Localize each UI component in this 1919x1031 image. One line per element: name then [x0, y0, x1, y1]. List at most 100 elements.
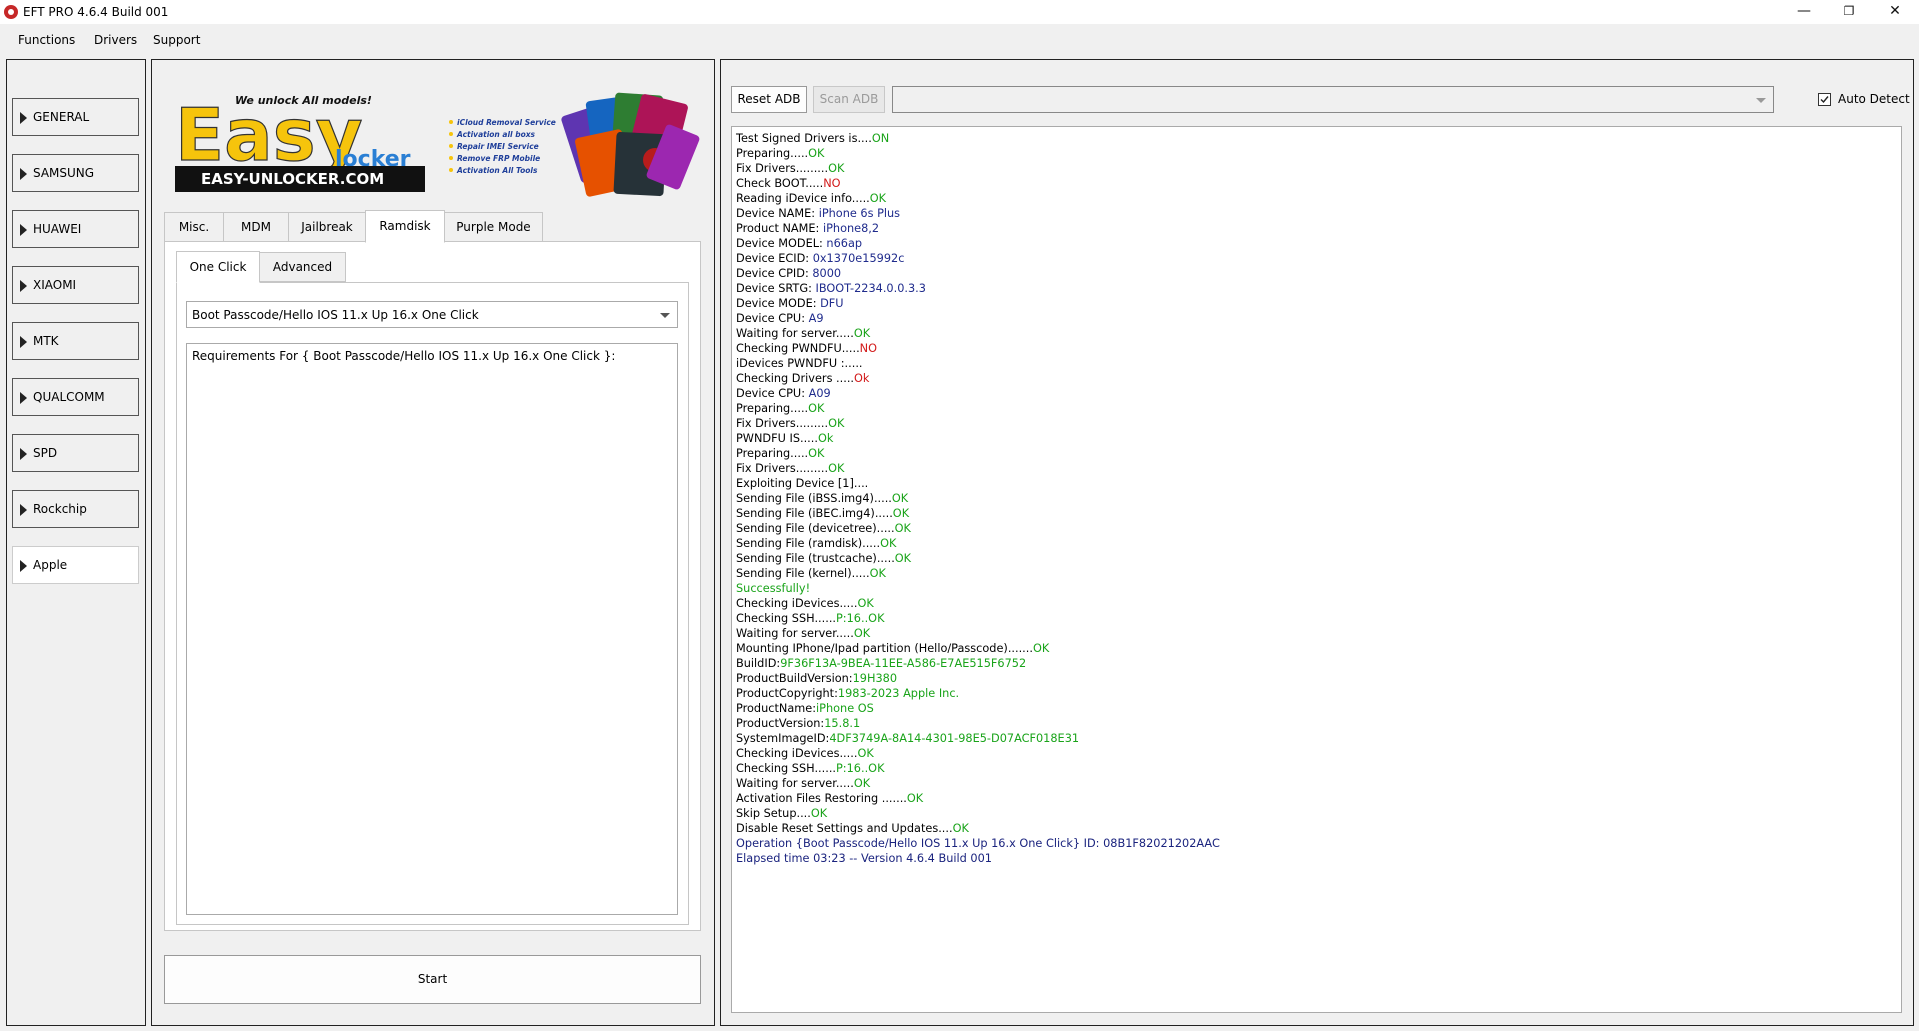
log-line: ProductVersion:15.8.1: [736, 716, 1897, 731]
log-line-label: Device NAME:: [736, 207, 819, 220]
auto-detect-checkbox[interactable]: [1818, 93, 1831, 106]
log-line-status: Operation {Boot Passcode/Hello IOS 11.x …: [736, 837, 1220, 850]
brand-spd-button[interactable]: SPD: [12, 434, 139, 472]
log-line-label: Device CPU:: [736, 387, 809, 400]
log-line-label: Sending File (iBEC.img4).....: [736, 507, 893, 520]
log-line-label: Preparing.....: [736, 402, 809, 415]
log-line-label: Device ECID:: [736, 252, 813, 265]
log-line-label: BuildID:: [736, 657, 781, 670]
brand-panel: [6, 59, 146, 1026]
service-imei: Repair IMEI Service: [457, 142, 539, 151]
log-line: Device CPU: A9: [736, 311, 1897, 326]
operation-select[interactable]: Boot Passcode/Hello IOS 11.x Up 16.x One…: [186, 301, 678, 328]
tab-ramdisk[interactable]: Ramdisk: [365, 210, 445, 243]
log-line-label: Device CPID:: [736, 267, 813, 280]
brand-general-button[interactable]: GENERAL: [12, 98, 139, 136]
log-line: Preparing.....OK: [736, 401, 1897, 416]
scan-adb-button[interactable]: Scan ADB: [813, 86, 885, 113]
brand-rockchip-button[interactable]: Rockchip: [12, 490, 139, 528]
log-line-status: iPhone8,2: [822, 222, 880, 235]
brand-apple-button[interactable]: Apple: [12, 546, 139, 584]
log-line-status: 9F36F13A-9BEA-11EE-A586-E7AE515F6752: [780, 657, 1027, 670]
log-line-status: OK: [869, 567, 886, 580]
log-line-label: Sending File (trustcache).....: [736, 552, 895, 565]
log-line-label: Checking PWNDFU.....: [736, 342, 860, 355]
brand-mtk-button[interactable]: MTK: [12, 322, 139, 360]
expand-arrow-icon: [20, 280, 27, 292]
log-line: Test Signed Drivers is....ON: [736, 131, 1897, 146]
tab-mdm[interactable]: MDM: [223, 212, 289, 242]
maximize-button[interactable]: ❐: [1826, 0, 1872, 24]
reset-adb-button[interactable]: Reset ADB: [731, 86, 807, 113]
log-line-status: OK: [952, 822, 969, 835]
log-line-label: Sending File (devicetree).....: [736, 522, 895, 535]
menu-functions[interactable]: Functions: [18, 33, 75, 47]
log-line-label: ProductVersion:: [736, 717, 825, 730]
tab-misc[interactable]: Misc.: [164, 212, 224, 242]
window-title: EFT PRO 4.6.4 Build 001: [23, 5, 169, 19]
brand-samsung-button[interactable]: SAMSUNG: [12, 154, 139, 192]
service-tools: Activation All Tools: [456, 166, 538, 175]
log-line: Reading iDevice info.....OK: [736, 191, 1897, 206]
tab-purple-mode[interactable]: Purple Mode: [444, 212, 543, 242]
brand-qualcomm-button[interactable]: QUALCOMM: [12, 378, 139, 416]
expand-arrow-icon: [20, 168, 27, 180]
log-line: Operation {Boot Passcode/Hello IOS 11.x …: [736, 836, 1897, 851]
log-line-status: OK: [828, 417, 845, 430]
start-button[interactable]: Start: [164, 955, 701, 1004]
log-line: Fix Drivers.........OK: [736, 161, 1897, 176]
log-output[interactable]: Test Signed Drivers is....ON Preparing...…: [731, 126, 1902, 1013]
close-button[interactable]: ✕: [1872, 0, 1918, 24]
log-line-status: iPhone 6s Plus: [818, 207, 901, 220]
log-line-status: DFU: [820, 297, 844, 310]
log-line-label: Mounting IPhone/Ipad partition (Hello/Pa…: [736, 642, 1033, 655]
log-line-status: OK: [880, 537, 897, 550]
log-line-label: Sending File (ramdisk).....: [736, 537, 881, 550]
log-line: Preparing.....OK: [736, 446, 1897, 461]
log-line-status: OK: [828, 462, 845, 475]
log-line-label: Device SRTG:: [736, 282, 816, 295]
log-line: Activation Files Restoring .......OK: [736, 791, 1897, 806]
log-line: Elapsed time 03:23 -- Version 4.6.4 Buil…: [736, 851, 1897, 866]
log-line-status: Elapsed time 03:23 -- Version 4.6.4 Buil…: [736, 852, 992, 865]
menu-drivers[interactable]: Drivers: [94, 33, 137, 47]
log-line-label: Checking SSH......: [736, 612, 836, 625]
log-line-status: OK: [808, 147, 825, 160]
requirements-text: Requirements For { Boot Passcode/Hello I…: [192, 349, 616, 363]
log-line: Preparing.....OK: [736, 146, 1897, 161]
log-line-status: OK: [810, 807, 828, 820]
subtab-advanced[interactable]: Advanced: [259, 252, 346, 282]
subtab-one-click[interactable]: One Click: [176, 251, 260, 283]
minimize-button[interactable]: —: [1781, 0, 1827, 24]
log-line: Checking SSH......P:16..OK: [736, 611, 1897, 626]
brand-xiaomi-button[interactable]: XIAOMI: [12, 266, 139, 304]
log-line-label: Fix Drivers.........: [736, 417, 829, 430]
log-line-label: Product NAME:: [736, 222, 823, 235]
log-line-label: Sending File (kernel).....: [736, 567, 870, 580]
requirements-textarea[interactable]: Requirements For { Boot Passcode/Hello I…: [186, 343, 678, 915]
brand-huawei-button[interactable]: HUAWEI: [12, 210, 139, 248]
log-line-status: P:16..OK: [836, 612, 885, 625]
log-line-label: Waiting for server.....: [736, 627, 854, 640]
log-line-status: OK: [853, 777, 871, 790]
chevron-down-icon: [1756, 98, 1766, 103]
tab-jailbreak[interactable]: Jailbreak: [288, 212, 366, 242]
expand-arrow-icon: [20, 112, 27, 124]
log-line-label: PWNDFU IS.....: [736, 432, 818, 445]
service-activation: Activation all boxs: [456, 130, 536, 139]
log-line-status: 8000: [812, 267, 842, 280]
menu-support[interactable]: Support: [153, 33, 200, 47]
log-line-label: Device MODEL:: [736, 237, 827, 250]
log-line-status: A9: [808, 312, 824, 325]
service-frp: Remove FRP Mobile: [457, 154, 540, 163]
adb-device-select[interactable]: [892, 86, 1774, 113]
log-line-status: OK: [857, 747, 874, 760]
log-line-status: Successfully!: [736, 582, 811, 595]
log-line-label: Checking SSH......: [736, 762, 836, 775]
log-line-label: Device CPU:: [736, 312, 809, 325]
log-line-status: n66ap: [826, 237, 863, 250]
log-line-status: OK: [853, 627, 871, 640]
log-line-label: Checking iDevices.....: [736, 597, 858, 610]
log-line-status: OK: [808, 447, 825, 460]
log-line-status: IBOOT-2234.0.0.3.3: [815, 282, 926, 295]
